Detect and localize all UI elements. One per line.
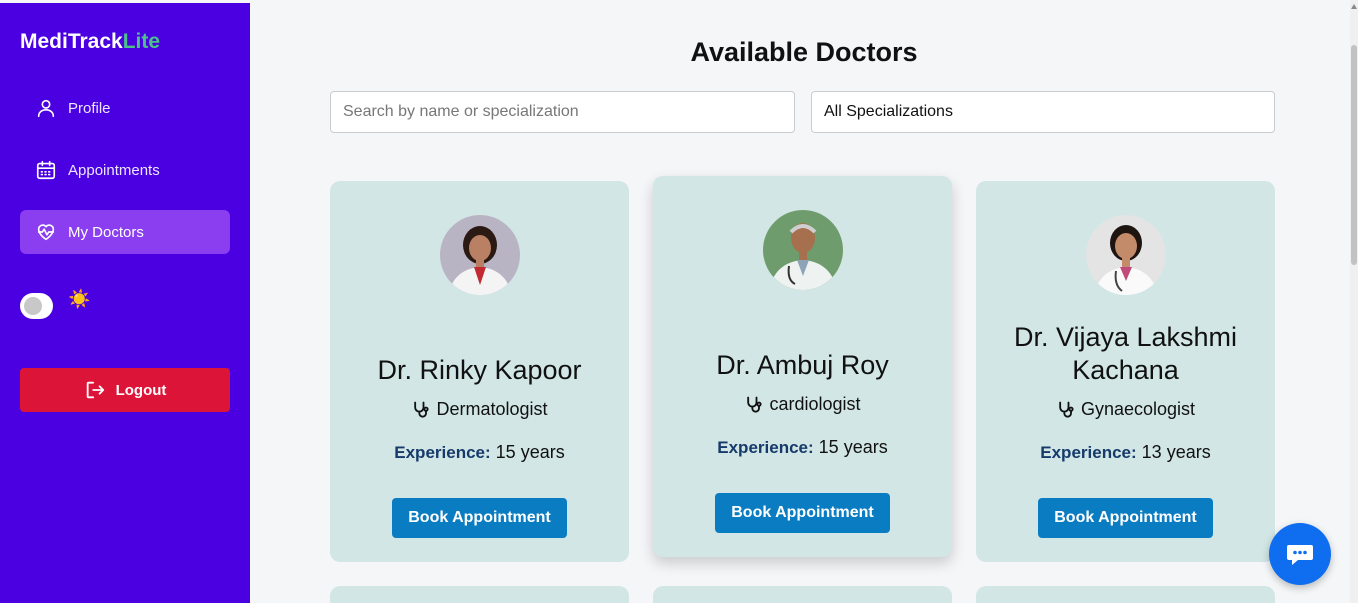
search-input[interactable] [330, 91, 795, 133]
theme-toggle[interactable] [20, 293, 53, 319]
app-logo[interactable]: MediTrackLite [20, 30, 160, 54]
logout-button[interactable]: Logout [20, 368, 230, 412]
experience-value: 15 years [818, 437, 888, 457]
stethoscope-icon [1059, 401, 1074, 417]
stethoscope-icon [747, 396, 763, 412]
doctor-name: Dr. Ambuj Roy [716, 350, 889, 380]
book-appointment-button[interactable]: Book Appointment [1038, 498, 1213, 538]
sun-icon: ☀️ [68, 289, 91, 309]
specialization-select-value: All Specializations [824, 103, 953, 120]
doctor-card-partial [330, 586, 629, 603]
chat-bubble-icon [1287, 545, 1313, 565]
experience-label: Experience: [1040, 443, 1137, 462]
doctor-card: Dr. Vijaya Lakshmi Kachana Gynaecologist… [976, 181, 1275, 562]
experience-label: Experience: [717, 438, 814, 457]
doctor-experience: Experience: 15 years [330, 442, 629, 463]
toggle-knob [24, 297, 42, 315]
sidebar-item-my-doctors[interactable]: My Doctors [20, 210, 230, 254]
doctor-avatar [1086, 215, 1166, 295]
specialization-select[interactable]: All Specializations [811, 91, 1275, 133]
doctor-avatar [440, 215, 520, 295]
experience-label: Experience: [394, 443, 491, 462]
sidebar-item-label: Profile [68, 99, 111, 117]
calendar-icon [34, 158, 58, 182]
specialization-label: Dermatologist [436, 399, 548, 419]
scrollbar-thumb[interactable] [1351, 45, 1357, 265]
doctor-card-partial [653, 586, 952, 603]
user-icon [34, 96, 58, 120]
book-appointment-button[interactable]: Book Appointment [392, 498, 567, 538]
doctor-card-partial [976, 586, 1275, 603]
doctor-experience: Experience: 15 years [653, 437, 952, 458]
doctor-specialization: Dermatologist [330, 399, 629, 420]
doctor-name: Dr. Vijaya Lakshmi Kachana [1013, 322, 1238, 385]
specialization-label: cardiologist [769, 394, 861, 414]
scroll-up-arrow-icon[interactable] [1351, 4, 1357, 9]
doctor-name: Dr. Rinky Kapoor [377, 355, 582, 385]
chat-button[interactable] [1269, 523, 1331, 585]
book-appointment-button[interactable]: Book Appointment [715, 493, 890, 533]
specialization-label: Gynaecologist [1080, 399, 1196, 419]
doctor-specialization: Gynaecologist [976, 399, 1275, 420]
stethoscope-icon [414, 401, 430, 417]
sidebar-item-label: My Doctors [68, 223, 144, 241]
doctor-specialization: cardiologist [653, 394, 952, 415]
sidebar-item-appointments[interactable]: Appointments [20, 148, 230, 192]
doctor-card: Dr. Rinky Kapoor Dermatologist Experienc… [330, 181, 629, 562]
doctor-avatar [763, 210, 843, 290]
sidebar-item-profile[interactable]: Profile [20, 86, 230, 130]
sidebar: MediTrackLite Profile Appointments My Do… [0, 3, 250, 603]
experience-value: 13 years [1141, 442, 1211, 462]
sidebar-item-label: Appointments [68, 161, 160, 179]
page-title: Available Doctors [690, 37, 918, 67]
experience-value: 15 years [495, 442, 565, 462]
logout-icon [86, 381, 104, 399]
heart-pulse-icon [34, 220, 58, 244]
doctor-card: Dr. Ambuj Roy cardiologist Experience: 1… [653, 176, 952, 557]
logout-label: Logout [115, 381, 167, 399]
doctor-experience: Experience: 13 years [976, 442, 1275, 463]
